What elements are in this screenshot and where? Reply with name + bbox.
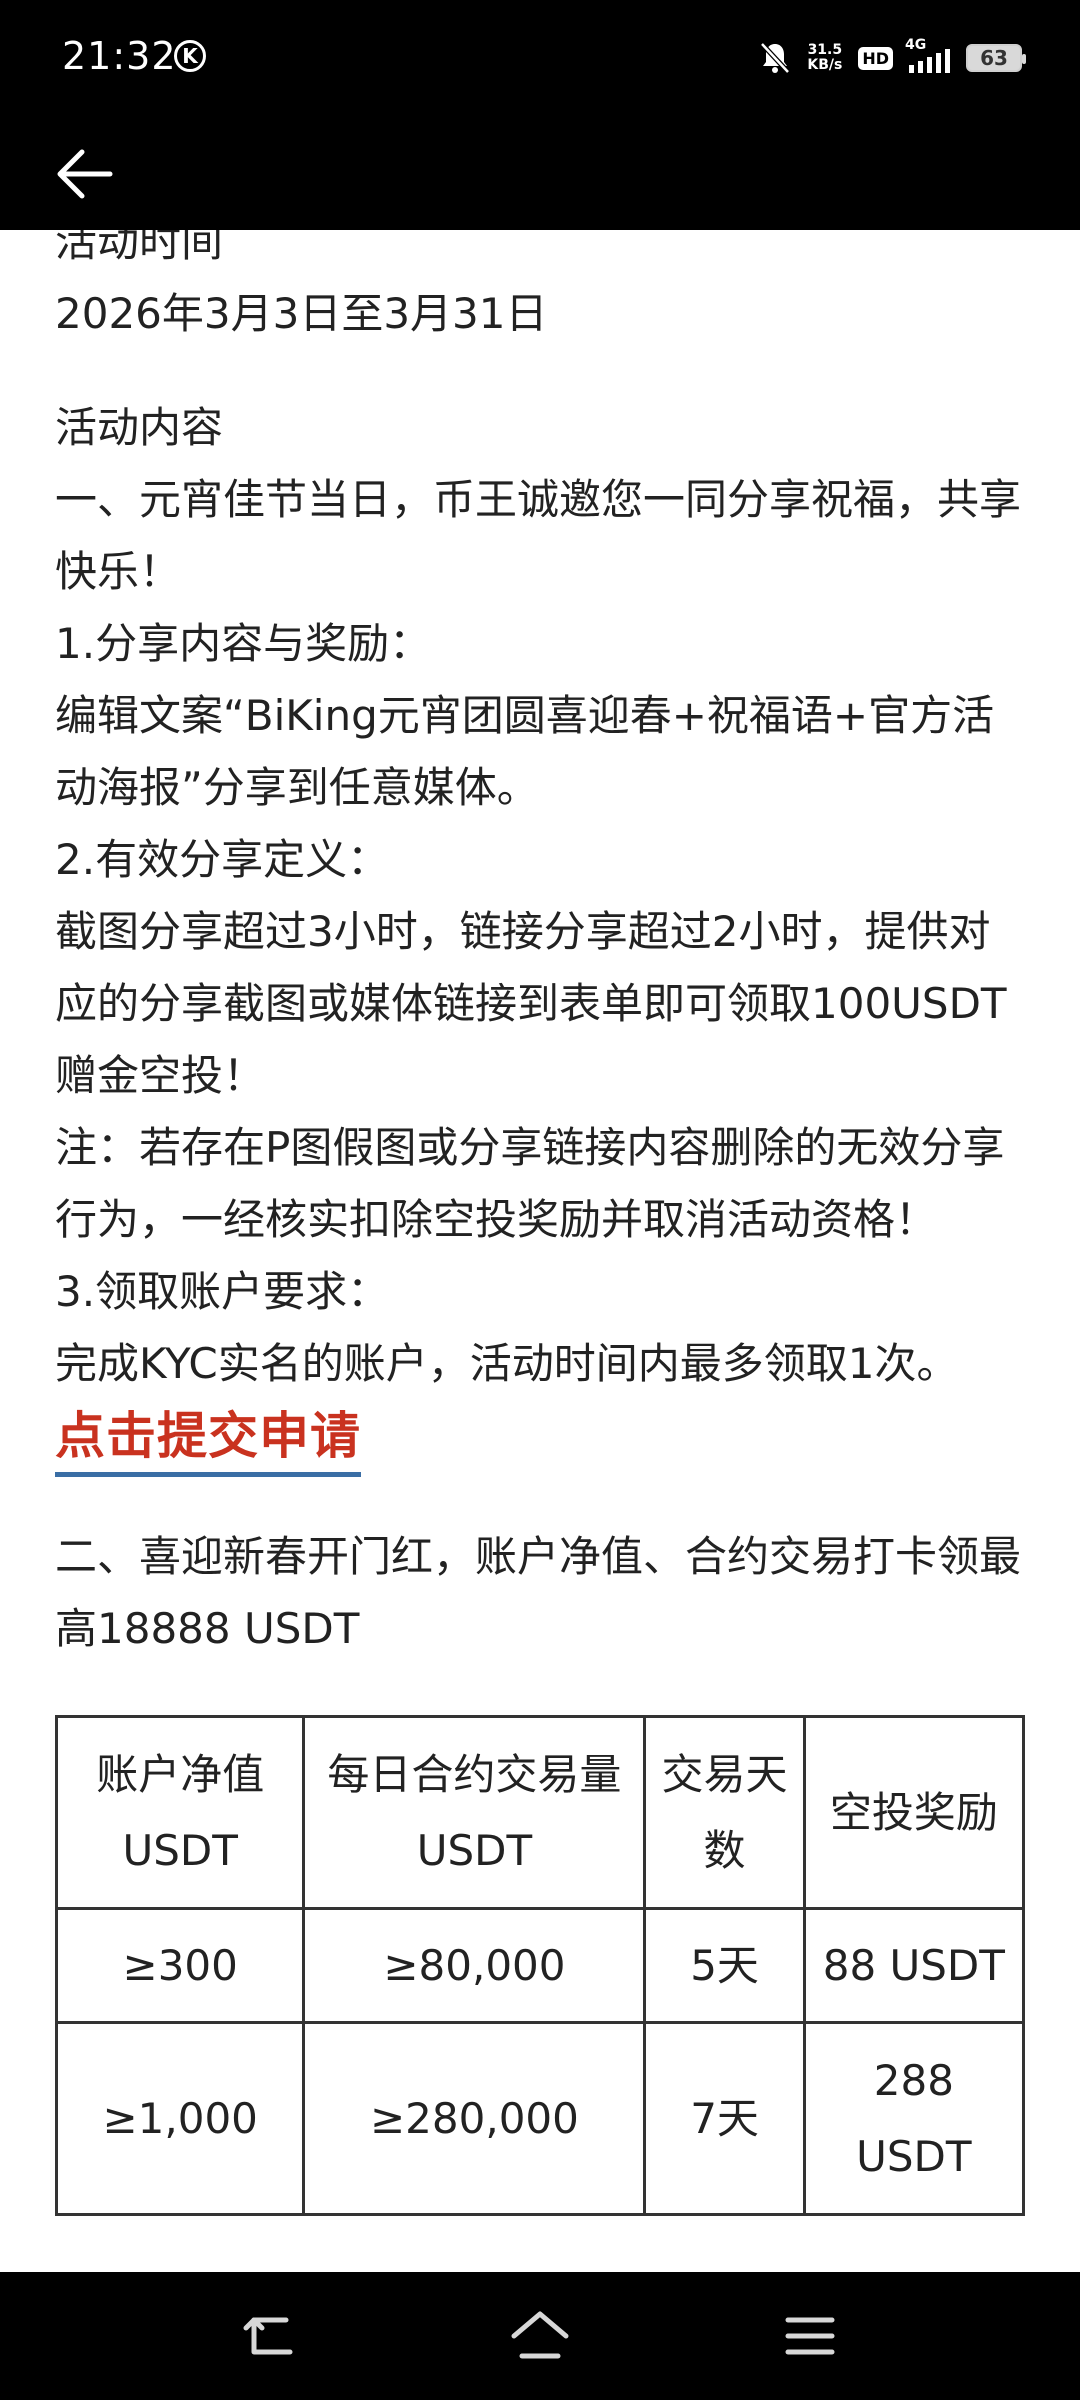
submit-application-link[interactable]: 点击提交申请 xyxy=(55,1400,361,1477)
return-icon xyxy=(243,2317,293,2355)
arrow-left-icon xyxy=(57,149,113,199)
section2-title: 二、喜迎新春开门红，账户净值、合约交易打卡领最高18888 USDT xyxy=(55,1532,1022,1653)
nav-home-button[interactable] xyxy=(510,2306,570,2366)
table-cell: 5天 xyxy=(643,1907,806,2024)
table-header-row: 账户净值USDT 每日合约交易量USDT 交易天数 空投奖励 xyxy=(54,1715,1026,1910)
reward-table: 账户净值USDT 每日合约交易量USDT 交易天数 空投奖励 ≥300 ≥80,… xyxy=(54,1715,1026,2216)
table-row: ≥300 ≥80,000 5天 88 USDT xyxy=(54,1907,1026,2024)
article-content[interactable]: 活动时间 2026年3月3日至3月31日 活动内容 一、元宵佳节当日，币王诚邀您… xyxy=(0,230,1080,2272)
status-indicators: 31.5 KB/s HD 4G 63 xyxy=(759,37,1026,78)
item2-note: 注：若存在P图假图或分享链接内容删除的无效分享行为，一经核实扣除空投奖励并取消活… xyxy=(55,1123,1005,1244)
table-cell: ≥300 xyxy=(54,1907,306,2024)
table-cell: 7天 xyxy=(643,2021,806,2216)
event-time-heading: 活动时间 xyxy=(55,230,224,266)
item2-body: 截图分享超过3小时，链接分享超过2小时，提供对应的分享截图或媒体链接到表单即可领… xyxy=(55,907,1007,1100)
table-cell: ≥80,000 xyxy=(302,1907,647,2024)
back-button[interactable] xyxy=(52,140,120,208)
table-header-cell: 交易天数 xyxy=(643,1715,806,1910)
menu-icon xyxy=(785,2317,835,2355)
table-row: ≥1,000 ≥280,000 7天 288 USDT xyxy=(54,2021,1026,2216)
item1-heading: 1.分享内容与奖励： xyxy=(55,619,432,668)
table-header-cell: 每日合约交易量USDT xyxy=(302,1715,647,1910)
carrier-badge-icon: K xyxy=(174,40,206,72)
table-cell: 288 USDT xyxy=(802,2021,1026,2216)
hd-badge: HD xyxy=(858,46,893,70)
item2-heading: 2.有效分享定义： xyxy=(55,835,390,884)
net-speed-value: 31.5 xyxy=(807,42,843,58)
home-icon xyxy=(511,2311,569,2359)
status-bar: 21:32 K 31.5 KB/s HD 4G 63 xyxy=(0,0,1080,118)
event-time-value: 2026年3月3日至3月31日 xyxy=(55,289,548,338)
table-header-cell: 空投奖励 xyxy=(802,1715,1026,1910)
item3-heading: 3.领取账户要求： xyxy=(55,1267,390,1316)
bell-off-icon xyxy=(759,41,791,75)
table-header-cell: 账户净值USDT xyxy=(54,1715,306,1910)
nav-back-button[interactable] xyxy=(240,2306,300,2366)
event-content-heading: 活动内容 xyxy=(55,403,224,452)
battery-icon: 63 xyxy=(966,44,1026,72)
item1-body: 编辑文案“BiKing元宵团圆喜迎春+祝福语+官方活动海报”分享到任意媒体。 xyxy=(55,691,995,812)
signal-icon: 4G xyxy=(905,37,950,73)
table-cell: 88 USDT xyxy=(802,1907,1026,2024)
system-nav-bar xyxy=(0,2272,1080,2400)
network-type: 4G xyxy=(905,37,927,53)
table-cell: ≥1,000 xyxy=(54,2021,306,2216)
table-cell: ≥280,000 xyxy=(302,2021,647,2216)
net-speed: 31.5 KB/s xyxy=(807,43,842,73)
section1-title: 一、元宵佳节当日，币王诚邀您一同分享祝福，共享快乐！ xyxy=(55,475,1022,596)
nav-menu-button[interactable] xyxy=(780,2306,840,2366)
nav-header xyxy=(0,118,1080,230)
item3-body: 完成KYC实名的账户，活动时间内最多领取1次。 xyxy=(55,1339,959,1388)
net-speed-unit: KB/s xyxy=(807,57,843,73)
status-time: 21:32 xyxy=(62,34,177,78)
